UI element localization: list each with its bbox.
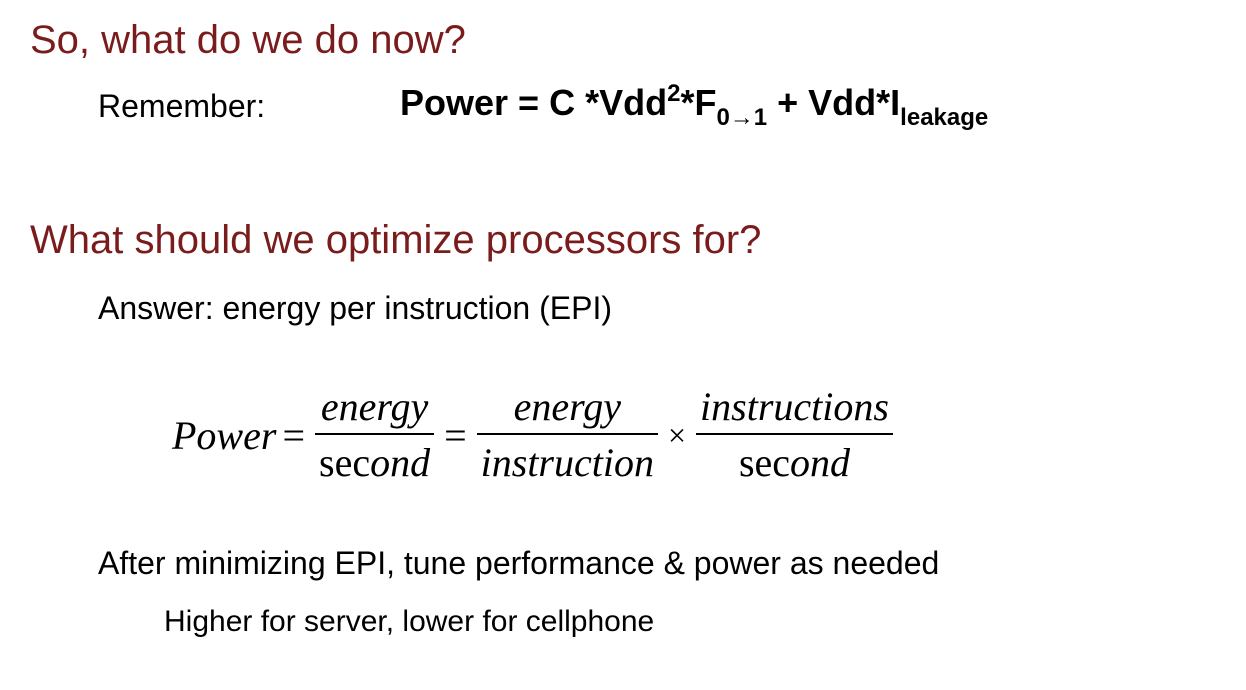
formula-part-1: Power = C *Vdd	[400, 82, 668, 123]
fraction-1-den-upright: sec	[319, 440, 371, 485]
formula-subscript-leakage: leakage	[900, 104, 989, 131]
fraction-1-denominator: second	[315, 435, 434, 483]
fraction-energy-per-instruction: energy instruction	[476, 384, 658, 483]
fraction-1-numerator: energy	[320, 384, 429, 429]
fraction-3-den-upright: sec	[738, 440, 791, 485]
formula-part-3: + Vdd*I	[767, 82, 901, 123]
slide-heading-what-now: So, what do we do now?	[30, 18, 466, 62]
fraction-instructions-per-second: instructions second	[696, 387, 893, 483]
equation-lhs: Power	[172, 412, 277, 458]
after-minimizing-text: After minimizing EPI, tune performance &…	[98, 545, 940, 581]
equation-times-sign: ×	[667, 416, 687, 453]
equation-equals-2: =	[444, 412, 467, 458]
server-cellphone-text: Higher for server, lower for cellphone	[164, 605, 655, 638]
fraction-1-den-italic: ond	[370, 440, 431, 485]
fraction-2-numerator: energy	[513, 384, 621, 429]
remember-label: Remember:	[98, 88, 266, 124]
formula-subscript-transition: 0→1	[716, 104, 768, 131]
fraction-2-denominator: instruction	[477, 435, 658, 483]
formula-superscript-squared: 2	[667, 80, 681, 107]
slide-heading-optimize: What should we optimize processors for?	[30, 218, 762, 262]
fraction-energy-per-second: energy second	[315, 384, 435, 483]
fraction-3-numerator: instructions	[700, 384, 889, 429]
answer-text: Answer: energy per instruction (EPI)	[98, 290, 612, 326]
fraction-2-den-italic: instruction	[480, 440, 654, 485]
formula-part-2: *F	[680, 82, 717, 123]
power-equation: Power = energy second = energy instructi…	[172, 380, 897, 490]
fraction-3-denominator: second	[735, 435, 854, 483]
power-formula: Power = C *Vdd2*F0→1 + Vdd*Ileakage	[400, 80, 988, 132]
equation-equals-1: =	[282, 412, 305, 458]
fraction-3-den-italic: ond	[790, 440, 851, 485]
